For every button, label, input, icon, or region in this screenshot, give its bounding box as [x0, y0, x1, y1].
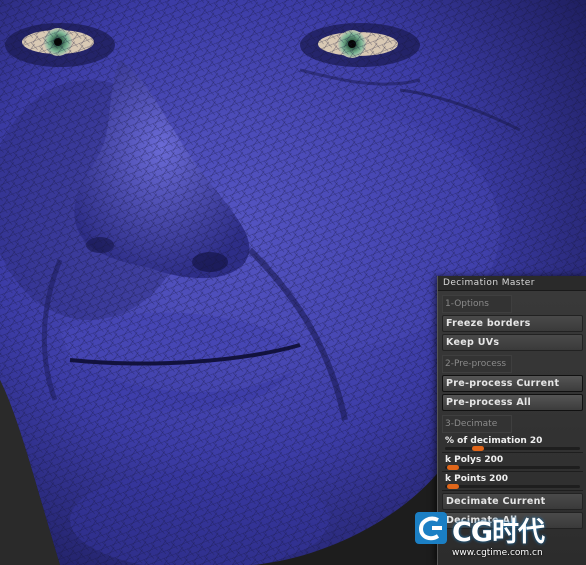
k-polys-slider[interactable]: k Polys 200	[442, 454, 583, 472]
slider-track[interactable]	[445, 447, 580, 450]
freeze-borders-toggle[interactable]: Freeze borders	[442, 315, 583, 332]
section-preprocess[interactable]: 2-Pre-process	[442, 355, 512, 373]
section-decimate[interactable]: 3-Decimate	[442, 415, 512, 433]
section-options[interactable]: 1-Options	[442, 295, 512, 313]
slider-knob[interactable]	[447, 465, 459, 470]
preprocess-all-button[interactable]: Pre-process All	[442, 394, 583, 411]
slider-track[interactable]	[445, 485, 580, 488]
slider-knob[interactable]	[447, 484, 459, 489]
panel-title: Decimation Master	[438, 276, 586, 291]
preprocess-current-button[interactable]: Pre-process Current	[442, 375, 583, 392]
cgtime-logo-icon	[415, 512, 447, 544]
slider-track[interactable]	[445, 466, 580, 469]
decimation-percent-slider[interactable]: % of decimation 20	[442, 435, 583, 453]
cgtime-watermark: CG时代 www.cgtime.com.cn	[412, 508, 586, 565]
keep-uvs-toggle[interactable]: Keep UVs	[442, 334, 583, 351]
slider-knob[interactable]	[471, 446, 484, 451]
watermark-brand: CG时代	[452, 517, 545, 548]
watermark-url: www.cgtime.com.cn	[452, 548, 543, 558]
k-points-slider[interactable]: k Points 200	[442, 473, 583, 491]
